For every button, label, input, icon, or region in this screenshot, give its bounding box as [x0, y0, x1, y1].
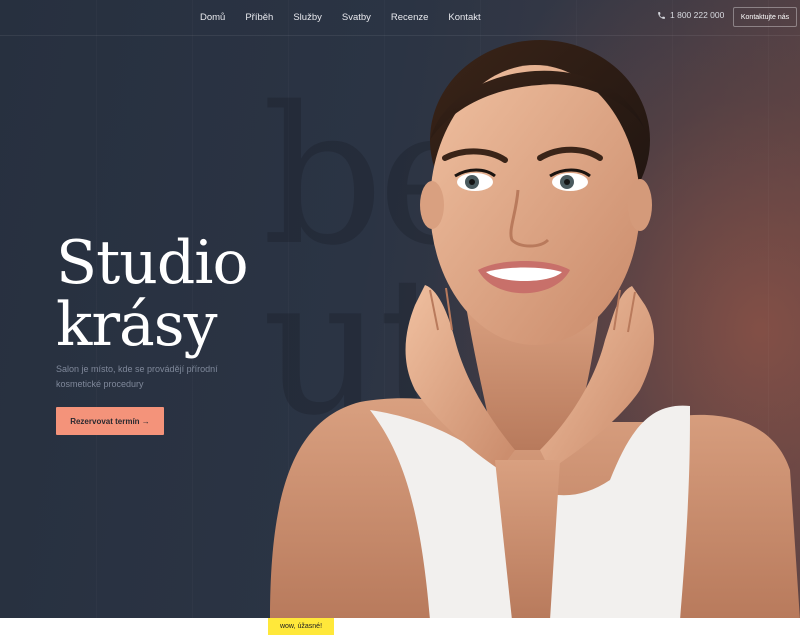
nav-link-recenze[interactable]: Recenze	[391, 12, 429, 23]
model-portrait	[270, 40, 800, 618]
top-navigation: Domů Příběh Služby Svatby Recenze Kontak…	[0, 0, 800, 36]
hero-title-line: krásy	[56, 290, 217, 360]
nav-link-pribeh[interactable]: Příběh	[245, 12, 273, 23]
bottom-strip	[0, 618, 800, 635]
nav-link-svatby[interactable]: Svatby	[342, 12, 371, 23]
nav-link-kontakt[interactable]: Kontakt	[448, 12, 480, 23]
nav-link-domu[interactable]: Domů	[200, 12, 225, 23]
phone-number[interactable]: 1 800 222 000	[657, 10, 724, 20]
hero-title-line: Studio	[56, 228, 249, 298]
contact-button[interactable]: Kontaktujte nás	[733, 7, 797, 27]
phone-icon	[658, 11, 665, 19]
phone-text: 1 800 222 000	[670, 10, 725, 20]
hero-subtitle: Salon je místo, kde se provádějí přírodn…	[56, 364, 218, 389]
nav-links: Domů Příběh Služby Svatby Recenze Kontak…	[190, 0, 491, 35]
hero-section: be ut Domů Příběh Služby Svatby Recenze …	[0, 0, 800, 618]
book-appointment-button[interactable]: Rezervovat termín →	[56, 407, 164, 435]
nav-link-sluzby[interactable]: Služby	[293, 12, 322, 23]
hero-title: Studio krásy	[56, 228, 249, 360]
wow-badge: wow, úžasné!	[268, 618, 334, 635]
